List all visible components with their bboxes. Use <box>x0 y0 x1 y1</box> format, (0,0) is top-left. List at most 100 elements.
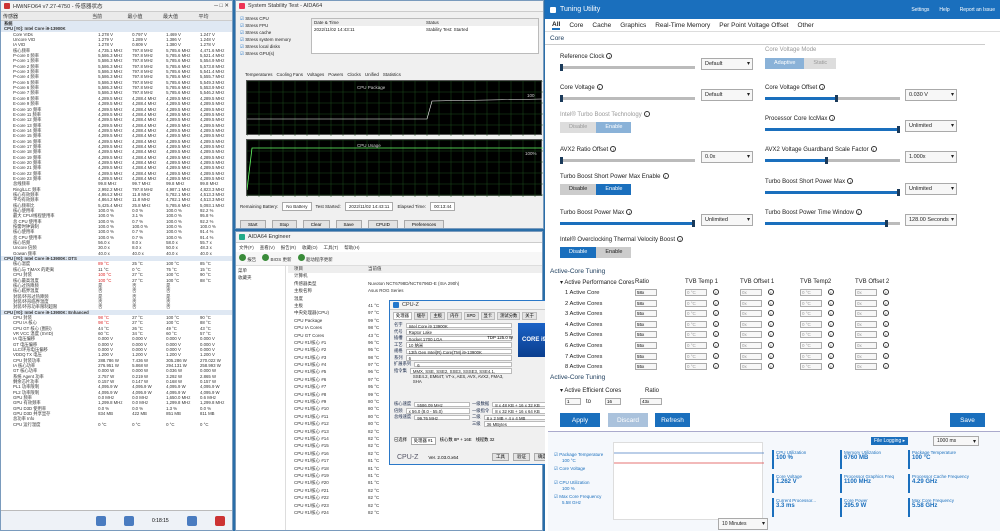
tvb-offset-field[interactable]: 0x <box>855 320 877 328</box>
tbpw-dropdown[interactable]: 128.00 Seconds <box>905 214 957 226</box>
info-icon[interactable]: i <box>870 146 877 152</box>
ref-clock-dropdown[interactable]: Default <box>701 58 753 70</box>
xtu-tab[interactable]: Real-Time Memory <box>655 22 710 29</box>
start-button[interactable]: Start <box>240 220 266 228</box>
octvb-enable[interactable]: Enable <box>596 247 632 258</box>
info-icon[interactable]: i <box>768 331 774 338</box>
info-icon[interactable]: i <box>828 320 834 327</box>
tbt-toggle[interactable]: Disable Enable <box>560 122 632 133</box>
core-ratio-field[interactable]: 55x <box>635 342 657 349</box>
xtu-tab[interactable]: Per Point Voltage Offset <box>719 22 788 29</box>
stress-checkbox[interactable]: Stress GPU(s) <box>240 50 300 57</box>
info-icon[interactable]: i <box>828 352 834 359</box>
stress-checkbox[interactable]: Stress FPU <box>240 22 300 29</box>
static-option[interactable]: Static <box>804 58 837 69</box>
save-button[interactable]: Save <box>335 220 362 228</box>
core-voffset-slider[interactable] <box>765 95 900 102</box>
core-ratio-field[interactable]: 55x <box>635 331 657 339</box>
core-ratio-field[interactable]: 55x <box>635 352 657 360</box>
avx2-slider[interactable] <box>560 157 695 164</box>
tvb-temp-field[interactable]: 0 °C <box>800 352 822 360</box>
tvb-temp-field[interactable]: 0 °C <box>685 299 707 307</box>
avx2g-slider[interactable] <box>765 157 900 164</box>
core-voltage-slider[interactable] <box>560 95 695 102</box>
tvb-offset-field[interactable]: 0x <box>855 299 877 307</box>
octvb-disable[interactable]: Disable <box>560 247 597 258</box>
info-icon[interactable]: i <box>828 289 834 295</box>
stress-checklist[interactable]: Stress CPUStress FPUStress cacheStress s… <box>240 15 300 57</box>
hwinfo-col-4[interactable]: 平均 <box>197 13 232 20</box>
window-controls[interactable]: ─ □ ✕ <box>214 3 229 9</box>
info-icon[interactable]: i <box>596 84 603 90</box>
info-icon[interactable]: i <box>610 146 617 152</box>
file-logging-button[interactable]: File Logging ▸ <box>871 437 909 445</box>
cpuz-tabs[interactable]: 处理器 缓存 主板 内存 SPD 显卡 测试分数 关于 <box>390 310 555 322</box>
iccmax-slider[interactable] <box>765 126 900 133</box>
graph-tab[interactable]: Voltages <box>307 72 324 77</box>
sensor-row[interactable]: 主板名称 Asus ROG Series <box>288 288 542 295</box>
xtu-tab[interactable]: Graphics <box>620 22 646 29</box>
tvb-offset-field[interactable]: 0x <box>740 342 762 349</box>
info-icon[interactable]: i <box>883 299 889 306</box>
info-icon[interactable]: i <box>768 320 774 327</box>
tbspe-enable[interactable]: Enable <box>596 184 632 195</box>
tvb-temp-field[interactable]: 0 °C <box>685 352 707 360</box>
info-icon[interactable]: i <box>847 178 854 184</box>
hwinfo-sensor-list[interactable]: 系统 CPU [#0]: Intel Core i9-13900K Core VID… <box>1 21 232 510</box>
info-icon[interactable]: i <box>713 352 719 359</box>
report-issue-link[interactable]: Report an Issue <box>960 7 995 13</box>
tbspe-disable[interactable]: Disable <box>560 184 597 195</box>
core-ratio-field[interactable]: 55x <box>635 320 657 328</box>
hwinfo-col-2[interactable]: 最小值 <box>126 13 161 20</box>
aida-toolbar[interactable]: 报告 BIOS 更新 驱动程序更新 <box>236 252 542 266</box>
sensor-row[interactable]: CPU #1/核心 #23 82 °C <box>288 503 542 510</box>
interval-dropdown[interactable]: 1000 ms <box>933 436 979 446</box>
tvb-temp-field[interactable]: 0 °C <box>800 320 822 328</box>
tbsp-slider[interactable] <box>765 189 900 196</box>
compact-view-link[interactable]: Compact View <box>473 513 512 519</box>
tvb-offset-field[interactable]: 0x <box>855 352 877 360</box>
tvb-temp-field[interactable]: 0 °C <box>685 331 707 339</box>
stability-titlebar[interactable]: System Stability Test - AIDA64 <box>236 1 543 12</box>
info-icon[interactable]: i <box>643 111 650 117</box>
info-icon[interactable]: i <box>713 289 719 295</box>
graph-tabs[interactable]: Temperatures Cooling Fans Voltages Powers Cl… <box>245 72 401 77</box>
tvb-temp-field[interactable]: 0 °C <box>800 289 822 296</box>
cpuid-button[interactable]: CPUID <box>367 220 398 228</box>
aida-titlebar[interactable]: AIDA64 Engineer <box>236 232 542 243</box>
menu-item[interactable]: 工具(T) <box>324 245 339 251</box>
xtu-tab[interactable]: Cache <box>592 22 611 29</box>
sensor-row[interactable]: 计算机 <box>288 273 542 280</box>
graph-tab[interactable]: Statistics <box>383 72 401 77</box>
sensor-row[interactable]: CPU #1/核心 #21 82 °C <box>288 488 542 495</box>
xtu-tabs[interactable]: All Core Cache Graphics Real-Time Memory Per … <box>545 19 1000 32</box>
info-icon[interactable]: i <box>713 331 719 338</box>
info-icon[interactable]: i <box>713 320 719 327</box>
tbpm-slider[interactable] <box>560 220 695 227</box>
cpuz-tab[interactable]: 关于 <box>522 312 537 320</box>
info-icon[interactable]: i <box>829 115 836 121</box>
tvb-offset-field[interactable]: 0x <box>740 331 762 339</box>
info-icon[interactable]: i <box>606 53 613 59</box>
info-icon[interactable]: i <box>713 310 719 317</box>
sensor-row[interactable]: CPU #1/核心 #18 81 °C <box>288 466 542 473</box>
tbt-disable[interactable]: Disable <box>560 122 597 133</box>
tree-menu[interactable]: 菜单 <box>238 268 283 275</box>
stability-buttons[interactable]: Start Stop Clear Save CPUID Preferences <box>240 220 445 228</box>
info-icon[interactable]: i <box>883 352 889 359</box>
info-icon[interactable]: i <box>828 342 834 348</box>
toolbar-button[interactable]: BIOS 更新 <box>262 254 292 263</box>
info-icon[interactable]: i <box>828 363 834 370</box>
aida-menubar[interactable]: 文件(F) 查看(V) 报告(R) 收藏(O) 工具(T) 帮助(H) <box>236 243 542 252</box>
cpuz-tab[interactable]: 测试分数 <box>497 312 521 320</box>
help-link[interactable]: Help <box>939 7 949 13</box>
tbspe-toggle[interactable]: Disable Enable <box>560 184 632 195</box>
stress-checkbox[interactable]: Stress cache <box>240 29 300 36</box>
discard-button[interactable]: Discard <box>608 413 648 427</box>
cpuz-tab[interactable]: 处理器 <box>393 312 412 320</box>
info-icon[interactable]: i <box>768 289 774 295</box>
monitor-check[interactable]: Core Voltage <box>554 466 585 472</box>
core-ratio-field[interactable]: 58x <box>635 299 657 307</box>
stress-checkbox[interactable]: Stress system memory <box>240 36 300 43</box>
core-ratio-field[interactable]: 55x <box>635 310 657 318</box>
